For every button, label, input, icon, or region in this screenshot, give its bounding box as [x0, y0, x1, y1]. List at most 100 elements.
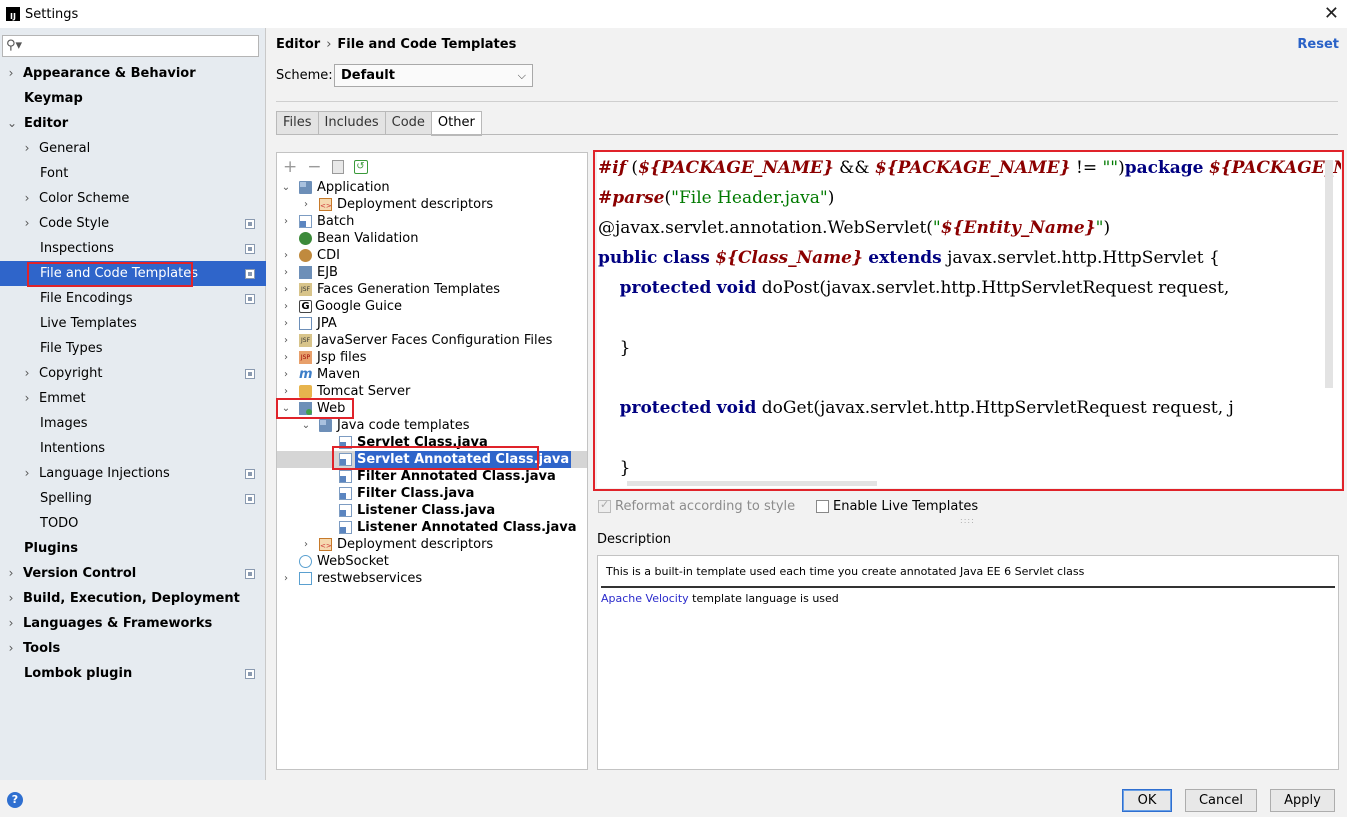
chevron-down-icon[interactable]: ⌄ [301, 417, 311, 434]
editor-vertical-scrollbar[interactable] [1325, 160, 1333, 388]
tree-node-tomcat-server[interactable]: › Tomcat Server [277, 383, 587, 400]
sidebar-item-appearance-behavior[interactable]: › Appearance & Behavior [0, 61, 266, 86]
chevron-right-icon[interactable]: › [22, 136, 32, 161]
ok-button[interactable]: OK [1122, 789, 1172, 812]
tree-node-servlet-annotated-class[interactable]: Servlet Annotated Class.java [277, 451, 587, 468]
tab-files[interactable]: Files [276, 111, 318, 135]
scheme-select[interactable]: Default ⌵ [334, 64, 533, 87]
chevron-right-icon[interactable]: › [281, 264, 291, 281]
tree-node-application[interactable]: ⌄ Application [277, 179, 587, 196]
sidebar-item-live-templates[interactable]: Live Templates [0, 311, 266, 336]
sidebar-item-inspections[interactable]: Inspections [0, 236, 266, 261]
reset-template-icon[interactable]: ↺ [353, 160, 368, 174]
sidebar-item-tools[interactable]: › Tools [0, 636, 266, 661]
chevron-right-icon[interactable]: › [281, 247, 291, 264]
tree-node-ejb[interactable]: › EJB [277, 264, 587, 281]
sidebar-item-font[interactable]: Font [0, 161, 266, 186]
sidebar-item-intentions[interactable]: Intentions [0, 436, 266, 461]
sidebar-item-build-execution-deployment[interactable]: › Build, Execution, Deployment [0, 586, 266, 611]
chevron-right-icon[interactable]: › [301, 536, 311, 553]
chevron-right-icon[interactable]: › [22, 461, 32, 486]
tree-node-listener-annotated-class[interactable]: Listener Annotated Class.java [277, 519, 587, 536]
breadcrumb-parent[interactable]: Editor [276, 37, 320, 52]
sidebar-item-languages-frameworks[interactable]: › Languages & Frameworks [0, 611, 266, 636]
sidebar-item-file-and-code-templates[interactable]: File and Code Templates [0, 261, 266, 286]
chevron-right-icon[interactable]: › [281, 383, 291, 400]
reformat-checkbox[interactable] [598, 498, 611, 513]
chevron-right-icon[interactable]: › [281, 349, 291, 366]
tree-node-bean-validation[interactable]: Bean Validation [277, 230, 587, 247]
tree-node-batch[interactable]: › Batch [277, 213, 587, 230]
chevron-right-icon[interactable]: › [22, 361, 32, 386]
tree-node-web[interactable]: ⌄ Web [277, 400, 587, 417]
tree-node-websocket[interactable]: WebSocket [277, 553, 587, 570]
sidebar-item-copyright[interactable]: › Copyright [0, 361, 266, 386]
copy-template-icon[interactable] [331, 160, 344, 174]
splitter-grip-icon[interactable]: :::: [960, 516, 975, 525]
cancel-button[interactable]: Cancel [1185, 789, 1257, 812]
chevron-down-icon[interactable]: ⌄ [281, 400, 291, 417]
sidebar-item-editor[interactable]: ⌄ Editor [0, 111, 266, 136]
sidebar-item-plugins[interactable]: Plugins [0, 536, 266, 561]
chevron-right-icon[interactable]: › [22, 211, 32, 236]
tree-node-web-deployment-descriptors[interactable]: › Deployment descriptors [277, 536, 587, 555]
enable-live-templates-checkbox[interactable] [816, 500, 829, 513]
tree-node-listener-class[interactable]: Listener Class.java [277, 502, 587, 519]
tree-node-maven[interactable]: › m Maven [277, 366, 587, 383]
sidebar-item-file-types[interactable]: File Types [0, 336, 266, 361]
sidebar-item-keymap[interactable]: Keymap [0, 86, 266, 111]
chevron-right-icon[interactable]: › [6, 636, 16, 661]
chevron-down-icon[interactable]: ⌄ [7, 111, 17, 136]
sidebar-item-file-encodings[interactable]: File Encodings [0, 286, 266, 311]
sidebar-item-emmet[interactable]: › Emmet [0, 386, 266, 411]
chevron-right-icon[interactable]: › [301, 196, 311, 213]
tab-includes[interactable]: Includes [317, 111, 385, 135]
tree-node-deployment-descriptors[interactable]: › Deployment descriptors [277, 196, 587, 215]
tab-other[interactable]: Other [430, 111, 482, 136]
editor-horizontal-scrollbar[interactable] [627, 481, 877, 486]
chevron-right-icon[interactable]: › [281, 570, 291, 587]
chevron-right-icon[interactable]: › [281, 332, 291, 349]
help-icon[interactable]: ? [7, 792, 23, 808]
tree-node-jsf-configuration-files[interactable]: › JSF JavaServer Faces Configuration Files [277, 332, 587, 349]
chevron-right-icon[interactable]: › [6, 586, 16, 611]
search-input[interactable]: ⚲▾ [2, 35, 259, 57]
tree-node-faces-generation-templates[interactable]: › JSF Faces Generation Templates [277, 281, 587, 298]
chevron-right-icon[interactable]: › [6, 561, 16, 586]
tree-node-jsp-files[interactable]: › JSP Jsp files [277, 349, 587, 366]
chevron-right-icon[interactable]: › [281, 315, 291, 332]
remove-template-button[interactable]: − [307, 157, 321, 177]
sidebar-item-lombok-plugin[interactable]: Lombok plugin [0, 661, 266, 686]
tree-node-filter-annotated-class[interactable]: Filter Annotated Class.java [277, 468, 587, 485]
tree-node-cdi[interactable]: › CDI [277, 247, 587, 264]
tree-node-restwebservices[interactable]: › restwebservices [277, 570, 587, 587]
apache-velocity-link[interactable]: Apache Velocity [601, 592, 689, 605]
sidebar-item-code-style[interactable]: › Code Style [0, 211, 266, 236]
tree-node-filter-class[interactable]: Filter Class.java [277, 485, 587, 502]
chevron-right-icon[interactable]: › [6, 611, 16, 636]
apply-button[interactable]: Apply [1270, 789, 1335, 812]
reset-link[interactable]: Reset [1297, 37, 1339, 52]
sidebar-item-spelling[interactable]: Spelling [0, 486, 266, 511]
sidebar-item-color-scheme[interactable]: › Color Scheme [0, 186, 266, 211]
template-code-editor[interactable]: #if (${PACKAGE_NAME} && ${PACKAGE_NAME} … [597, 152, 1341, 488]
chevron-right-icon[interactable]: › [22, 186, 32, 211]
tab-code[interactable]: Code [384, 111, 431, 135]
close-icon[interactable]: ✕ [1324, 3, 1339, 24]
sidebar-item-version-control[interactable]: › Version Control [0, 561, 266, 586]
tree-node-java-code-templates[interactable]: ⌄ Java code templates [277, 417, 587, 434]
sidebar-item-todo[interactable]: TODO [0, 511, 266, 536]
chevron-down-icon[interactable]: ⌄ [281, 179, 291, 196]
sidebar-item-language-injections[interactable]: › Language Injections [0, 461, 266, 486]
tree-node-jpa[interactable]: › JPA [277, 315, 587, 332]
chevron-right-icon[interactable]: › [281, 281, 291, 298]
sidebar-item-general[interactable]: › General [0, 136, 266, 161]
tree-node-google-guice[interactable]: › G Google Guice [277, 298, 587, 315]
sidebar-item-images[interactable]: Images [0, 411, 266, 436]
chevron-right-icon[interactable]: › [22, 386, 32, 411]
chevron-right-icon[interactable]: › [281, 298, 291, 315]
add-template-button[interactable]: + [283, 157, 297, 177]
tree-node-servlet-class[interactable]: Servlet Class.java [277, 434, 587, 451]
chevron-right-icon[interactable]: › [281, 213, 291, 230]
chevron-right-icon[interactable]: › [281, 366, 291, 383]
